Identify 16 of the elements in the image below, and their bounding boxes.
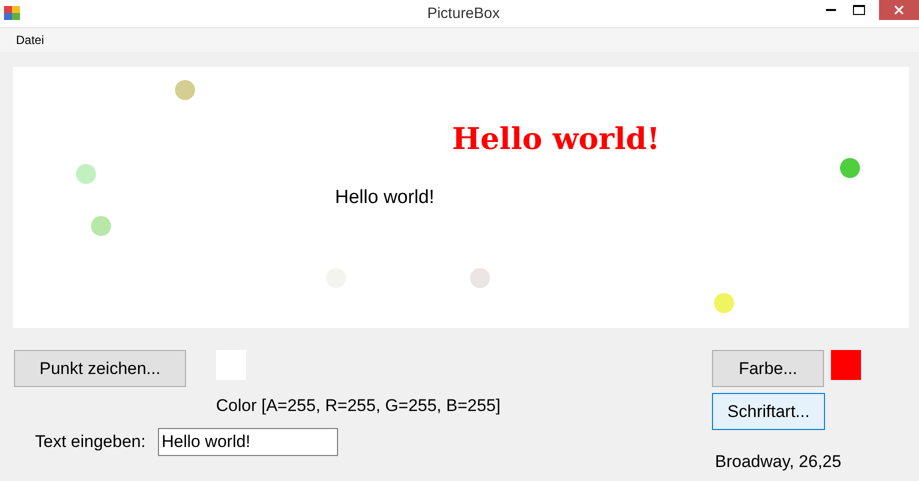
close-icon bbox=[894, 5, 904, 15]
menu-item[interactable]: Datei bbox=[10, 31, 50, 49]
drawn-text: Hello world! bbox=[452, 122, 660, 157]
minimize-icon bbox=[826, 8, 836, 12]
text-input[interactable]: Hello world! bbox=[158, 428, 338, 456]
draw-point-button[interactable]: Punkt zeichen... bbox=[14, 350, 186, 387]
font-button[interactable]: Schriftart... bbox=[712, 393, 825, 430]
drawn-text: Hello world! bbox=[335, 187, 434, 209]
color-label: Color [A=255, R=255, G=255, B=255] bbox=[216, 396, 500, 416]
close-button[interactable] bbox=[879, 0, 919, 20]
window-title: PictureBox bbox=[426, 5, 501, 22]
maximize-icon bbox=[853, 5, 865, 15]
color-button[interactable]: Farbe... bbox=[712, 350, 824, 387]
font-label: Broadway, 26,25 bbox=[714, 452, 842, 472]
app-icon bbox=[4, 6, 20, 20]
text-label: Text eingeben: bbox=[35, 432, 146, 452]
